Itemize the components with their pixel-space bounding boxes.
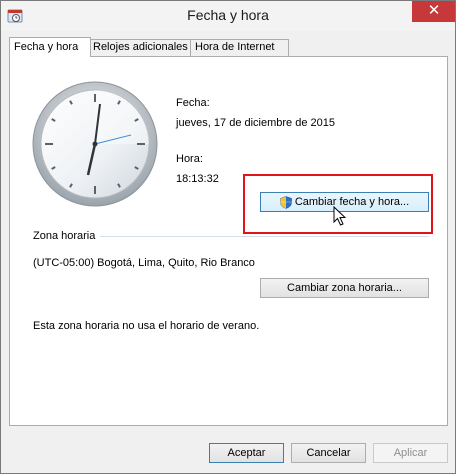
time-label: Hora:	[176, 153, 203, 165]
uac-shield-icon	[280, 195, 292, 209]
change-timezone-button[interactable]: Cambiar zona horaria...	[260, 278, 429, 298]
mouse-pointer-icon	[333, 206, 347, 226]
cancel-button[interactable]: Cancelar	[291, 443, 366, 463]
date-value: jueves, 17 de diciembre de 2015	[176, 117, 335, 129]
tab-fecha-y-hora[interactable]: Fecha y hora	[9, 37, 91, 57]
timezone-value: (UTC-05:00) Bogotá, Lima, Quito, Rio Bra…	[33, 257, 255, 269]
date-label: Fecha:	[176, 97, 210, 109]
title-bar: Fecha y hora ✕	[1, 1, 455, 31]
date-time-dialog: Fecha y hora ✕ Fecha y hora Relojes adic…	[0, 0, 456, 474]
timezone-group-label: Zona horaria	[33, 230, 100, 242]
tab-panel: Fecha: jueves, 17 de diciembre de 2015 H…	[9, 56, 448, 426]
close-button[interactable]: ✕	[412, 1, 455, 22]
accept-button[interactable]: Aceptar	[209, 443, 284, 463]
time-value: 18:13:32	[176, 173, 219, 185]
change-date-time-label: Cambiar fecha y hora...	[294, 196, 410, 208]
tab-relojes-adicionales[interactable]: Relojes adicionales	[88, 39, 194, 56]
window-title: Fecha y hora	[187, 7, 269, 23]
tab-hora-de-internet[interactable]: Hora de Internet	[190, 39, 289, 56]
timezone-group-line	[100, 236, 429, 237]
apply-button[interactable]: Aplicar	[373, 443, 448, 463]
analog-clock-icon	[32, 81, 158, 207]
dst-note: Esta zona horaria no usa el horario de v…	[33, 320, 260, 332]
